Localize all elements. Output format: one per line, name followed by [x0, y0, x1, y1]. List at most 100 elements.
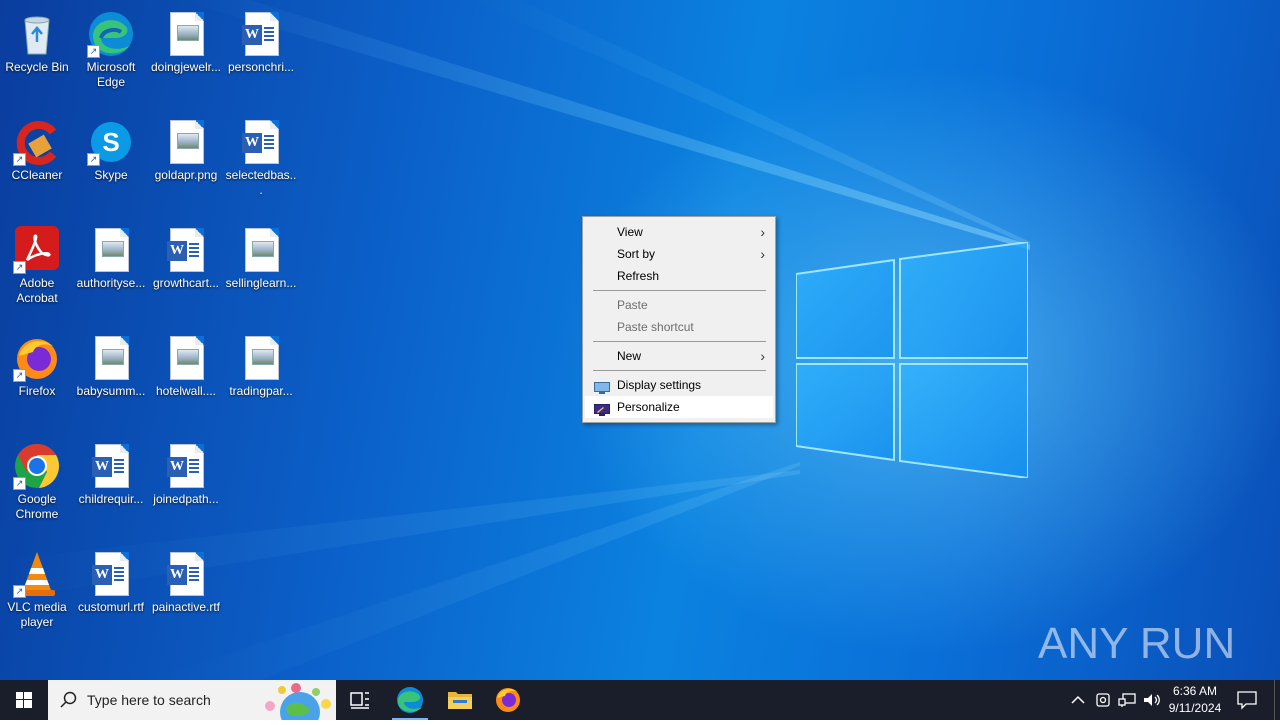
firefox-icon: [496, 688, 520, 712]
menu-separator: [593, 290, 766, 291]
recycle-bin-icon: [13, 10, 61, 58]
anyrun-watermark: ANY RUN: [1038, 619, 1234, 668]
svg-text:S: S: [102, 127, 119, 157]
desktop-icon-label: hotelwall....: [155, 384, 217, 398]
desktop-icon-file[interactable]: W joinedpath...: [149, 438, 223, 538]
desktop-icon-file[interactable]: W childrequir...: [74, 438, 148, 538]
shortcut-arrow-icon: ↗: [13, 261, 26, 274]
taskbar-file-explorer-button[interactable]: [436, 680, 484, 720]
chrome-icon: ↗: [13, 442, 61, 490]
edge-icon: [397, 687, 423, 713]
taskbar-firefox-button[interactable]: [484, 680, 532, 720]
taskbar-clock[interactable]: 6:36 AM 9/11/2024: [1160, 683, 1230, 717]
desktop-icon-label: authorityse...: [76, 276, 146, 290]
menu-item-paste: Paste: [617, 298, 648, 312]
desktop-icon-label: Google Chrome: [15, 492, 59, 521]
image-file-icon: [162, 10, 210, 58]
menu-item-view[interactable]: View ›: [585, 221, 773, 243]
taskbar-edge-button[interactable]: [386, 680, 434, 720]
word-doc-icon: W: [237, 118, 285, 166]
network-icon[interactable]: [1117, 691, 1137, 709]
task-view-button[interactable]: [336, 680, 384, 720]
menu-item-personalize[interactable]: Personalize: [585, 396, 773, 418]
word-doc-icon: W: [87, 442, 135, 490]
desktop-icon-file[interactable]: doingjewelr...: [149, 6, 223, 106]
chevron-right-icon: ›: [760, 224, 765, 240]
desktop-icon-file[interactable]: babysumm...: [74, 330, 148, 430]
desktop-icon-recycle-bin[interactable]: Recycle Bin: [0, 6, 74, 106]
desktop-icon-label: childrequir...: [78, 492, 144, 506]
vlc-icon: ↗: [13, 550, 61, 598]
search-icon: [60, 691, 77, 708]
word-doc-icon: W: [162, 550, 210, 598]
desktop-icon-label: Recycle Bin: [5, 60, 69, 74]
image-file-icon: [237, 334, 285, 382]
desktop-icon-label: painactive.rtf: [151, 600, 221, 614]
shortcut-arrow-icon: ↗: [13, 477, 26, 490]
desktop-icon-file[interactable]: tradingpar...: [224, 330, 298, 430]
desktop-icon-label: sellinglearn...: [225, 276, 297, 290]
desktop-icon-label: Firefox: [18, 384, 56, 398]
desktop-icon-label: selectedbas...: [225, 168, 297, 197]
edge-icon: ↗: [87, 10, 135, 58]
desktop-icon-firefox[interactable]: ↗ Firefox: [0, 330, 74, 430]
shortcut-arrow-icon: ↗: [87, 153, 100, 166]
image-file-icon: [87, 334, 135, 382]
desktop-icon-label: customurl.rtf: [77, 600, 144, 614]
desktop-icon-label: doingjewelr...: [150, 60, 222, 74]
menu-item-refresh[interactable]: Refresh: [585, 265, 773, 287]
desktop-icon-file[interactable]: hotelwall....: [149, 330, 223, 430]
desktop-icon-file[interactable]: goldapr.png: [149, 114, 223, 214]
desktop-icon-ccleaner[interactable]: ↗ CCleaner: [0, 114, 74, 214]
ccleaner-icon: ↗: [13, 118, 61, 166]
start-button[interactable]: [0, 680, 48, 720]
desktop-icon-label: tradingpar...: [229, 384, 293, 398]
desktop-icon-google-chrome[interactable]: ↗ Google Chrome: [0, 438, 74, 538]
task-view-icon: [350, 692, 369, 709]
tray-app-icon[interactable]: [1093, 691, 1113, 709]
clock-time: 6:36 AM: [1172, 684, 1218, 698]
display-icon: [594, 379, 610, 394]
menu-separator: [593, 370, 766, 371]
search-placeholder: Type here to search: [87, 692, 211, 708]
watermark-text: ANY RUN: [1038, 619, 1234, 668]
menu-item-sort-by[interactable]: Sort by ›: [585, 243, 773, 265]
shortcut-arrow-icon: ↗: [13, 585, 26, 598]
image-file-icon: [162, 118, 210, 166]
desktop-icon-microsoft-edge[interactable]: ↗ Microsoft Edge: [74, 6, 148, 106]
show-hidden-icons-chevron-up-icon[interactable]: [1068, 692, 1088, 708]
desktop-icon-label: joinedpath...: [153, 492, 219, 506]
chevron-right-icon: ›: [760, 246, 765, 262]
desktop-icon-label: growthcart...: [152, 276, 220, 290]
word-doc-icon: W: [162, 226, 210, 274]
shortcut-arrow-icon: ↗: [87, 45, 100, 58]
desktop-icon-file[interactable]: W painactive.rtf: [149, 546, 223, 646]
desktop-icon-file[interactable]: W growthcart...: [149, 222, 223, 322]
desktop-icon-label: Adobe Acrobat: [16, 276, 58, 305]
desktop-icon-adobe-acrobat[interactable]: ↗ Adobe Acrobat: [0, 222, 74, 322]
desktop-icon-skype[interactable]: S ↗ Skype: [74, 114, 148, 214]
desktop-icon-label: personchri...: [227, 60, 295, 74]
acrobat-icon: ↗: [13, 226, 61, 274]
shortcut-arrow-icon: ↗: [13, 369, 26, 382]
desktop-icon-label: goldapr.png: [154, 168, 218, 182]
file-explorer-icon: [448, 692, 472, 709]
desktop-icon-file[interactable]: authorityse...: [74, 222, 148, 322]
search-highlight-icon: [265, 683, 331, 720]
menu-item-new[interactable]: New ›: [585, 345, 773, 367]
firefox-icon: ↗: [13, 334, 61, 382]
desktop[interactable]: Recycle Bin ↗ CCleaner ↗ Adobe Acrobat ↗…: [0, 0, 1280, 680]
desktop-icon-file[interactable]: W personchri...: [224, 6, 298, 106]
menu-item-display-settings[interactable]: Display settings: [585, 374, 773, 396]
desktop-icon-label: Microsoft Edge: [86, 60, 136, 89]
desktop-icon-vlc[interactable]: ↗ VLC media player: [0, 546, 74, 646]
menu-separator: [593, 341, 766, 342]
show-desktop-button[interactable]: [1274, 680, 1275, 720]
desktop-icon-file[interactable]: W customurl.rtf: [74, 546, 148, 646]
desktop-icon-label: Skype: [94, 168, 128, 182]
desktop-icon-file[interactable]: sellinglearn...: [224, 222, 298, 322]
action-center-icon[interactable]: [1236, 690, 1258, 710]
desktop-icon-file[interactable]: W selectedbas...: [224, 114, 298, 214]
desktop-icon-label: CCleaner: [11, 168, 63, 182]
taskbar-search-box[interactable]: Type here to search: [48, 680, 336, 720]
